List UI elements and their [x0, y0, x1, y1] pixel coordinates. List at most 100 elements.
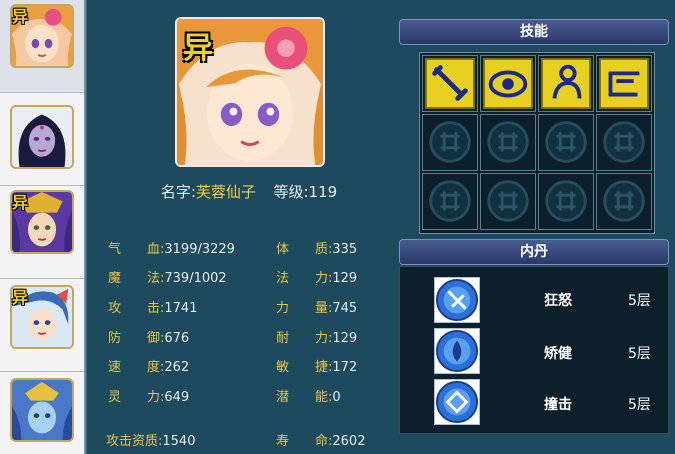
neidan-slot-3[interactable]	[434, 379, 480, 425]
stat-value: 745	[332, 301, 358, 316]
eye-skill-icon	[482, 57, 534, 110]
stat-value: 129	[332, 271, 358, 286]
sidebar-divider	[84, 0, 87, 454]
empty-slot-icon	[545, 180, 587, 222]
agility-orb-icon	[435, 329, 479, 373]
stat-label: 攻击资质:	[106, 434, 163, 449]
stat-value: 676	[164, 331, 190, 346]
pet-slot-4[interactable]: 异	[0, 279, 84, 372]
stat-label: 气 血:	[108, 242, 165, 257]
stat-value: 739/1002	[164, 271, 227, 286]
stat-value: 2602	[332, 434, 366, 449]
stat-hp: 气 血:3199/3229	[108, 238, 235, 257]
neidan-name: 撞击	[544, 397, 572, 413]
stat-defense: 防 御:676	[108, 327, 189, 346]
stat-potential: 潜 能:0	[276, 386, 341, 405]
neidan-level: 5层	[628, 346, 651, 362]
skill-slot-2[interactable]	[480, 55, 536, 112]
empty-slot-icon	[487, 180, 529, 222]
empty-slot-icon	[545, 121, 587, 163]
impact-orb-icon	[435, 380, 479, 424]
stat-label: 耐 力:	[276, 331, 333, 346]
stat-label: 潜 能:	[276, 390, 333, 405]
pet-badge: 异	[12, 288, 29, 307]
empty-slot-icon	[603, 121, 645, 163]
stat-label: 魔 法:	[108, 271, 165, 286]
neidan-level: 5层	[628, 293, 651, 309]
skills-header: 技能	[399, 19, 669, 45]
neidan-name: 狂怒	[544, 293, 572, 309]
skill-slot-empty[interactable]	[480, 114, 536, 171]
stat-endurance: 耐 力:129	[276, 327, 357, 346]
level-label: 等级:	[273, 183, 309, 201]
pet-avatar-icon	[12, 380, 72, 440]
sword-skill-icon	[424, 57, 476, 110]
skill-slot-empty[interactable]	[422, 114, 478, 171]
pet-slot-5[interactable]	[0, 372, 84, 454]
stat-mp: 魔 法:739/1002	[108, 267, 227, 286]
skill-slot-empty[interactable]	[538, 173, 594, 230]
stat-agility: 敏 捷:172	[276, 356, 357, 375]
figure-skill-icon	[540, 57, 592, 110]
skill-slot-empty[interactable]	[422, 173, 478, 230]
pet-level: 119	[308, 183, 338, 201]
empty-slot-icon	[487, 121, 529, 163]
stat-label: 体 质:	[276, 242, 333, 257]
stat-spirit: 灵 力:649	[108, 386, 189, 405]
stat-label: 灵 力:	[108, 390, 165, 405]
pet-badge: 异	[12, 193, 29, 212]
pet-name: 芙蓉仙子	[195, 183, 256, 201]
pet-portrait: 异	[175, 17, 325, 167]
skill-slot-empty[interactable]	[538, 114, 594, 171]
skill-slot-4[interactable]	[596, 55, 652, 112]
stat-value: 3199/3229	[164, 242, 235, 257]
skill-slot-3[interactable]	[538, 55, 594, 112]
pet-slot-1[interactable]: 异	[0, 0, 84, 93]
stat-value: 335	[332, 242, 358, 257]
pet-slot-2[interactable]	[0, 93, 84, 186]
stat-value: 0	[332, 390, 341, 405]
stat-strength: 力 量:745	[276, 297, 357, 316]
pet-list-sidebar: 异 异 异	[0, 0, 84, 454]
stat-value: 262	[164, 360, 190, 375]
pet-name-line: 名字:芙蓉仙子 等级:119	[100, 181, 398, 202]
skills-grid	[419, 52, 655, 234]
name-label: 名字:	[160, 183, 196, 201]
neidan-name: 矫健	[544, 346, 572, 362]
stat-speed: 速 度:262	[108, 356, 189, 375]
skill-slot-1[interactable]	[422, 55, 478, 112]
rage-orb-icon	[435, 278, 479, 322]
stat-label: 力 量:	[276, 301, 333, 316]
stat-label: 法 力:	[276, 271, 333, 286]
pet-badge: 异	[12, 7, 29, 26]
empty-slot-icon	[429, 180, 471, 222]
stat-magic-power: 法 力:129	[276, 267, 357, 286]
stat-value: 129	[332, 331, 358, 346]
stat-label: 防 御:	[108, 331, 165, 346]
pet-slot-3[interactable]: 异	[0, 186, 84, 279]
skill-slot-empty[interactable]	[596, 114, 652, 171]
skill-slot-empty[interactable]	[596, 173, 652, 230]
stat-attack-aptitude: 攻击资质:1540	[106, 430, 195, 449]
neidan-slot-1[interactable]	[434, 277, 480, 323]
stat-label: 寿 命:	[276, 434, 333, 449]
stat-attack: 攻 击:1741	[108, 297, 197, 316]
pet-thumb-2	[10, 105, 74, 169]
portrait-badge: 异	[183, 31, 213, 66]
stat-label: 速 度:	[108, 360, 165, 375]
pet-thumb-5	[10, 378, 74, 442]
skill-slot-empty[interactable]	[480, 173, 536, 230]
bow-skill-icon	[598, 57, 650, 110]
stat-label: 攻 击:	[108, 301, 165, 316]
stat-value: 172	[332, 360, 358, 375]
empty-slot-icon	[603, 180, 645, 222]
stat-value: 1540	[162, 434, 196, 449]
pet-avatar-icon	[12, 107, 72, 167]
stat-value: 649	[164, 390, 190, 405]
stat-label: 敏 捷:	[276, 360, 333, 375]
stat-lifespan: 寿 命:2602	[276, 430, 365, 449]
neidan-level: 5层	[628, 397, 651, 413]
neidan-panel: 狂怒 5层 矫健 5层 撞击 5层	[399, 266, 669, 434]
neidan-slot-2[interactable]	[434, 328, 480, 374]
neidan-header: 内丹	[399, 239, 669, 265]
